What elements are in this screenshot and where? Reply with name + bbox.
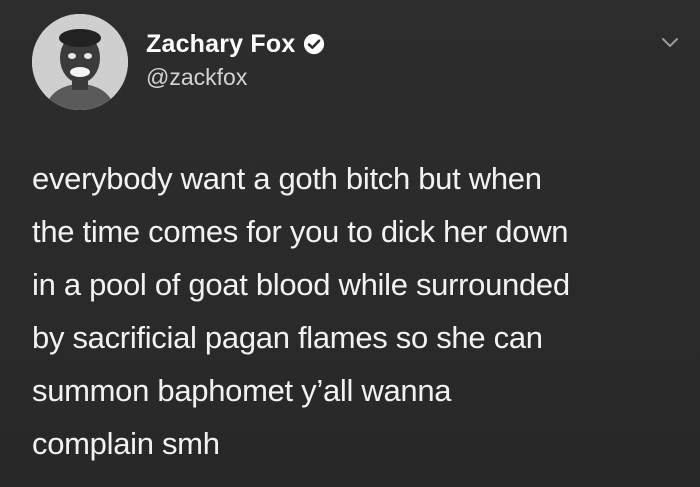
profile-photo-icon [32, 14, 128, 110]
author-info: Zachary Fox @zackfox [146, 26, 325, 91]
handle[interactable]: @zackfox [146, 64, 325, 91]
verified-badge-icon [304, 33, 325, 55]
chevron-down-icon[interactable] [660, 36, 680, 50]
tweet-text: everybody want a goth bitch but when the… [32, 161, 570, 461]
display-name-row: Zachary Fox [146, 26, 325, 62]
tweet-card: Zachary Fox @zackfox everybody want a go… [0, 0, 700, 487]
display-name[interactable]: Zachary Fox [146, 30, 295, 59]
avatar[interactable] [32, 14, 128, 110]
